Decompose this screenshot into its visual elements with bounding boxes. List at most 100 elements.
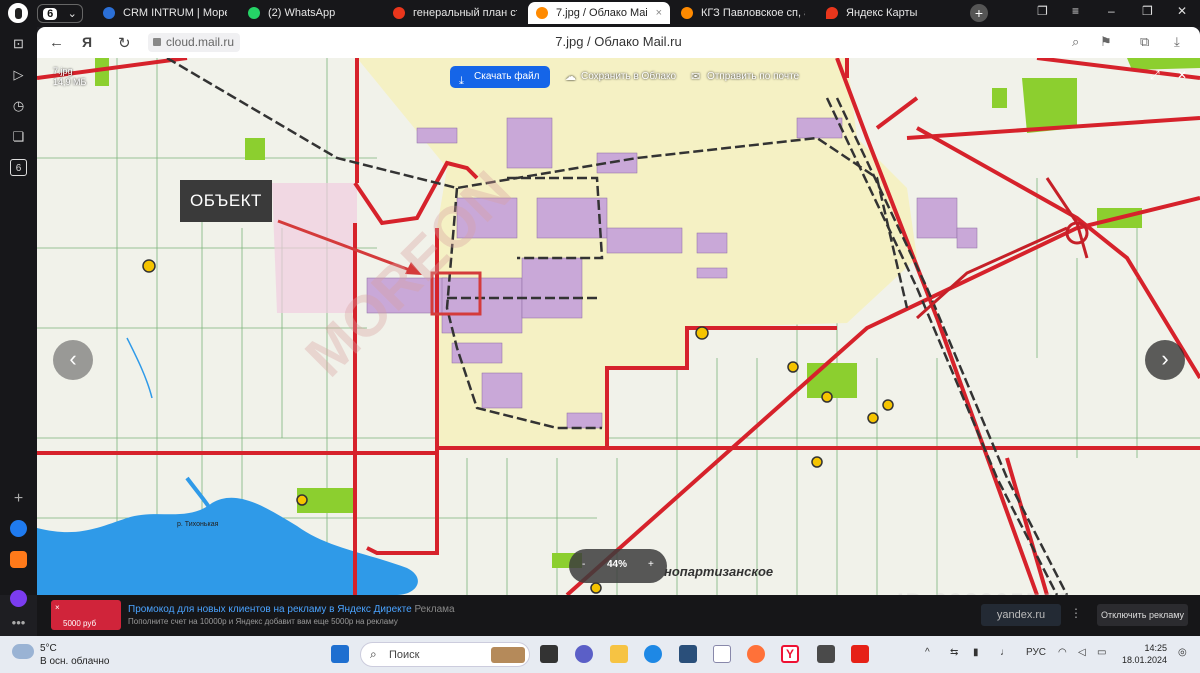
crm-favicon-icon <box>103 7 115 19</box>
tab-kgz[interactable]: КГЗ Павловское сп, ави <box>673 2 813 24</box>
sidebar-badge[interactable]: 6 <box>10 159 27 176</box>
browser-tab-strip: 6 ⌄ CRM INTRUM | Мореон (2) WhatsApp ген… <box>0 0 1200 27</box>
extensions-icon[interactable]: ⧉ <box>1140 34 1149 50</box>
fullscreen-icon[interactable]: ⤢ <box>1150 68 1160 83</box>
tab-cloud-mail[interactable]: 7.jpg / Облако Mail.r × <box>528 2 670 24</box>
yandex-browser-icon[interactable]: Y <box>781 645 799 663</box>
taskbar-search[interactable]: ⌕ Поиск <box>360 642 530 667</box>
tray-signal-icon[interactable]: ▮ <box>973 647 979 658</box>
windows-start-icon[interactable] <box>331 645 349 663</box>
file-explorer-icon[interactable] <box>610 645 628 663</box>
search-highlight-icon <box>491 647 525 663</box>
ad-more-icon[interactable]: ⋮ <box>1070 606 1082 620</box>
language-indicator[interactable]: РУС <box>1026 647 1046 658</box>
tab-general-plan[interactable]: генеральный план стан <box>385 2 525 24</box>
messenger-icon[interactable] <box>10 520 27 537</box>
tab-label: генеральный план стан <box>413 7 517 19</box>
store-icon[interactable] <box>679 645 697 663</box>
ad-thumb-amount: 5000 руб <box>63 619 97 628</box>
ad-text: Пополните счет на 10000р и Яндекс добави… <box>128 617 398 626</box>
tab-label: Яндекс Карты <box>846 7 918 19</box>
wifi-icon[interactable]: ◠ <box>1058 647 1067 658</box>
windows-taskbar: 5°C В осн. облачно ⌕ Поиск Y ^ ⇆ ▮ ♩ РУС… <box>0 636 1200 673</box>
file-size: 14,9 МБ <box>53 77 87 87</box>
ad-close-icon: × <box>55 603 60 612</box>
tab-label: КГЗ Павловское сп, ави <box>701 7 805 19</box>
disable-ads-button[interactable]: Отключить рекламу <box>1097 604 1188 626</box>
teams-chat-icon[interactable] <box>575 645 593 663</box>
microphone-icon[interactable]: ♩ <box>1000 647 1010 658</box>
ad-title-link[interactable]: Промокод для новых клиентов на рекламу в… <box>128 604 455 615</box>
save-to-cloud-button[interactable]: ☁ Сохранить в Облако <box>563 66 676 88</box>
file-info: 7.jpg 14,9 МБ <box>53 66 86 88</box>
close-tab-icon[interactable]: × <box>656 7 662 19</box>
ad-thumbnail[interactable]: × 5000 руб <box>51 600 121 630</box>
youtube-icon[interactable] <box>851 645 869 663</box>
more-icon[interactable]: ••• <box>10 614 27 631</box>
profile-avatar-icon[interactable] <box>8 3 28 23</box>
weather-temperature: 5°C <box>40 643 57 654</box>
volume-icon[interactable]: ◁ <box>1078 647 1086 658</box>
download-icon: ⤓ <box>459 75 464 87</box>
cloud-favicon-icon <box>536 7 548 19</box>
add-panel-icon[interactable]: + <box>10 490 27 507</box>
tab-count-badge: 6 <box>43 7 58 20</box>
task-view-icon[interactable] <box>540 645 558 663</box>
market-icon[interactable] <box>10 551 27 568</box>
next-image-button[interactable]: › <box>1145 340 1185 380</box>
bookmark-icon[interactable]: ⚑ <box>1100 34 1112 50</box>
map-pin-favicon-icon <box>826 7 838 19</box>
zoom-out-button[interactable]: - <box>582 559 585 570</box>
tray-app-icon[interactable]: ⇆ <box>950 647 958 658</box>
tab-crm[interactable]: CRM INTRUM | Мореон <box>95 2 235 24</box>
restore-icon[interactable]: ❒ <box>1142 4 1153 18</box>
ad-title: Промокод для новых клиентов на рекламу в… <box>128 604 412 615</box>
battery-icon[interactable]: ▭ <box>1097 647 1106 658</box>
image-viewer: MOREON р. Тихонькая 7.jpg 14,9 МБ ⤓ Скач… <box>37 58 1200 595</box>
tab-whatsapp[interactable]: (2) WhatsApp <box>240 2 380 24</box>
search-page-icon[interactable]: ⌕ <box>1072 34 1079 50</box>
close-window-icon[interactable]: ✕ <box>1177 4 1187 18</box>
download-file-button[interactable]: ⤓ Скачать файл <box>450 66 550 88</box>
edge-icon[interactable] <box>644 645 662 663</box>
collections-icon[interactable]: ❐ <box>1037 4 1048 18</box>
download-icon[interactable]: ⤓ <box>1174 34 1180 50</box>
clock-date: 18.01.2024 <box>1121 655 1167 665</box>
ad-site-button[interactable]: yandex.ru <box>981 604 1061 626</box>
system-clock[interactable]: 14:25 18.01.2024 <box>1117 642 1167 666</box>
save-label: Сохранить в Облако <box>581 71 677 82</box>
object-label: ОБЪЕКТ <box>180 180 272 222</box>
zoom-level: 44% <box>607 559 628 570</box>
yandex-favicon-icon <box>393 7 405 19</box>
cloud-weather-icon[interactable] <box>12 644 34 659</box>
menu-icon[interactable]: ≡ <box>1072 4 1079 18</box>
previous-image-button[interactable]: ‹ <box>53 340 93 380</box>
notifications-icon[interactable]: ◎ <box>1178 647 1187 658</box>
tab-label: CRM INTRUM | Мореон <box>123 7 227 19</box>
tab-count-button[interactable]: 6 ⌄ <box>37 4 83 23</box>
chevron-down-icon: ⌄ <box>67 8 77 20</box>
minimize-icon[interactable]: – <box>1108 4 1115 18</box>
tab-label: 7.jpg / Облако Mail.r <box>556 7 648 19</box>
url-field[interactable]: cloud.mail.ru <box>148 33 241 52</box>
new-tab-button[interactable]: + <box>970 4 988 22</box>
zoom-in-button[interactable]: + <box>648 559 654 570</box>
close-viewer-icon[interactable]: ✕ <box>1177 68 1187 82</box>
mail-app-icon[interactable] <box>713 645 731 663</box>
send-by-mail-button[interactable]: ✉ Отправить по почте <box>689 66 799 88</box>
ad-banner: × 5000 руб Промокод для новых клиентов н… <box>37 595 1200 636</box>
settlement-caption: нопартизанское <box>664 564 774 579</box>
show-hidden-icons-icon[interactable]: ^ <box>925 647 930 658</box>
send-label: Отправить по почте <box>707 71 800 82</box>
screenshot-icon[interactable]: ⊡ <box>10 35 27 52</box>
play-icon[interactable]: ▷ <box>10 66 27 83</box>
mail-icon: ✉ <box>691 71 701 83</box>
download-label: Скачать файл <box>474 71 540 82</box>
history-icon[interactable]: ◷ <box>10 97 27 114</box>
bookmarks-icon[interactable]: ❏ <box>10 128 27 145</box>
calculator-icon[interactable] <box>817 645 835 663</box>
master-plan-map: MOREON р. Тихонькая <box>37 58 1200 595</box>
firefox-icon[interactable] <box>747 645 765 663</box>
tab-yandex-maps[interactable]: Яндекс Карты <box>818 2 958 24</box>
alice-icon[interactable] <box>10 590 27 607</box>
